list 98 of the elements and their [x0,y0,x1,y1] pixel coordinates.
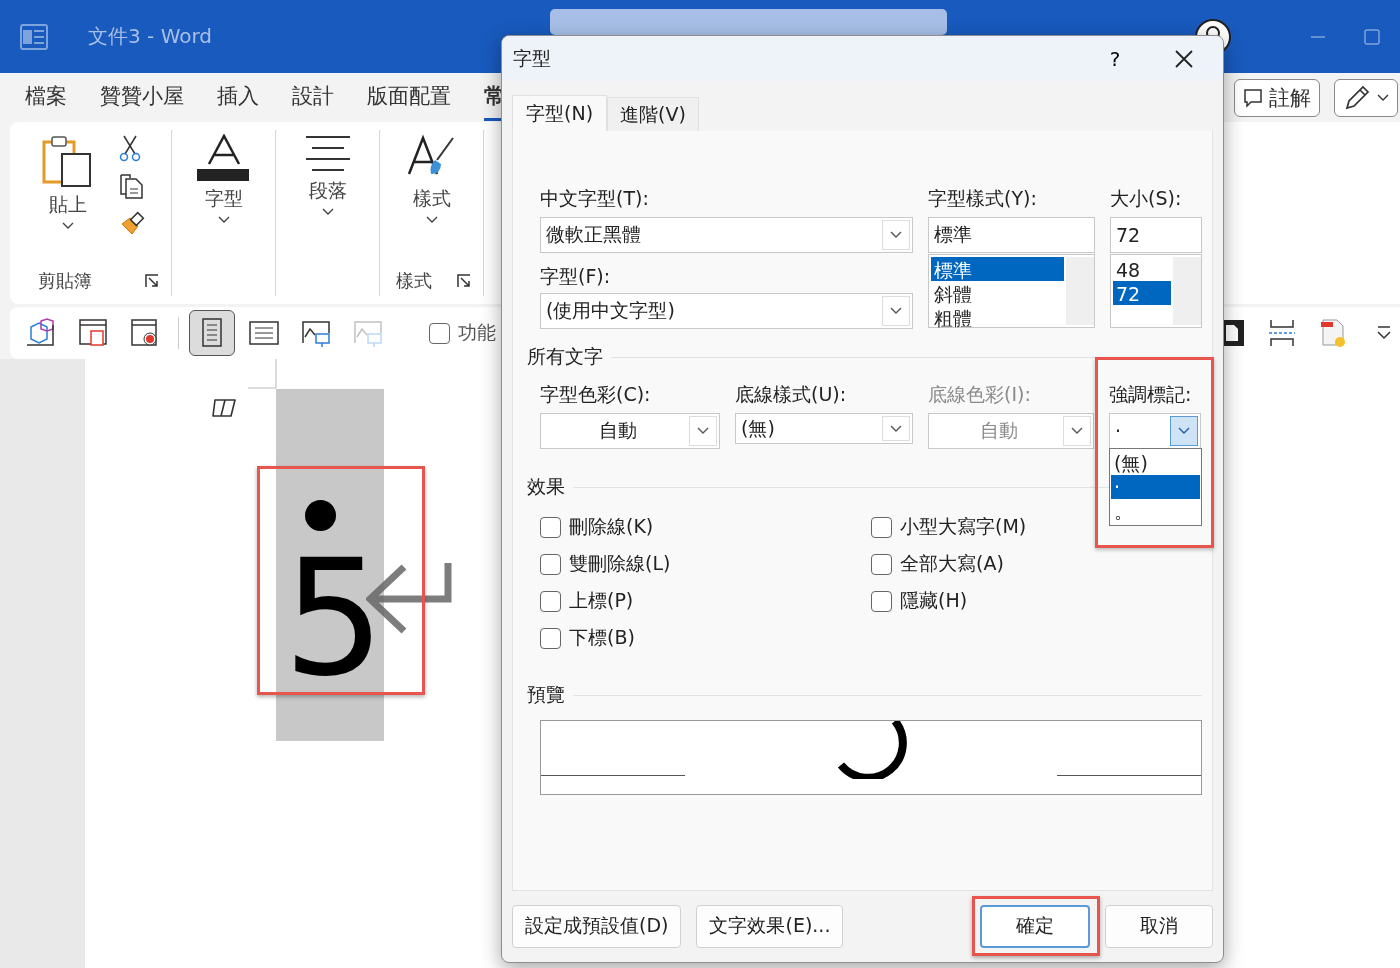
checkbox-label: 雙刪除線(L) [569,551,671,576]
preview-glyph-drawing [837,721,907,779]
checkbox-label: 刪除線(K) [569,514,654,539]
ribbon-tab[interactable]: 版面配置 [367,74,451,121]
list-item[interactable]: 標準 [931,257,1064,281]
text-field[interactable]: 72 [1110,217,1202,253]
field-label: 字型色彩(C): [540,382,652,406]
chevron-icon [1071,427,1083,435]
cube-icon [25,317,57,349]
chevron-icon [890,424,902,433]
checkbox[interactable] [540,627,561,649]
scrollbar [1066,257,1094,325]
chevron-icon [61,222,74,230]
chevron-icon [890,231,902,239]
ribbon-tab[interactable]: 贊贊小屋 [100,74,184,121]
ribbon-tab[interactable]: 設計 [292,74,334,121]
document-text: 5 [283,539,385,699]
form-icon [77,317,109,349]
copilot-icon[interactable] [211,396,239,420]
checkbox[interactable] [540,590,561,612]
section-heading: 效果 [527,474,565,499]
font-button[interactable]: 字型 [190,130,257,266]
dialog-button[interactable]: 設定成預設值(D) [512,904,682,948]
field-label: 底線樣式(U): [735,382,848,406]
list-item[interactable]: 48 [1113,257,1171,281]
font-color-icon [196,134,251,182]
text-field[interactable]: 標準 [928,217,1095,253]
field-label: 字型(F): [540,264,612,288]
checkbox[interactable] [429,322,450,344]
combo-box[interactable]: 自動 [540,413,720,449]
field-label: 中文字型(T): [540,186,650,210]
scrollbar [1173,257,1201,325]
combo-box[interactable]: · [1109,413,1201,449]
ribbon-tab[interactable]: 插入 [217,74,259,121]
dialog-tab[interactable]: 字型(N) [512,95,608,131]
checkbox-label: 上標(P) [569,588,634,613]
group-label: 剪貼簿 [38,269,92,293]
align-lines-icon [303,134,352,174]
checkbox[interactable] [871,590,892,612]
list-box[interactable]: 標準 斜體 粗體 [928,254,1095,328]
dialog-button[interactable]: 文字效果(E)... [696,904,844,948]
dialog-launcher-icon[interactable] [457,274,471,288]
field-label: 大小(S): [1110,186,1183,210]
list-item[interactable]: 。 [1111,499,1200,523]
pencil-icon [1343,83,1371,112]
dialog-title: 字型 [513,45,552,71]
document-app-icon [20,23,48,50]
search-field[interactable] [550,9,948,35]
comment-button[interactable]: 註解 [1234,78,1320,117]
section-heading: 預覽 [527,682,565,707]
checkbox-label: 功能 [458,320,496,345]
list-item[interactable]: 粗體 [931,305,1064,329]
styles-button[interactable]: 樣式 [400,130,463,266]
list-item[interactable]: · [1111,475,1200,499]
scissors-icon[interactable] [117,134,142,162]
list-item[interactable]: 斜體 [931,281,1064,305]
speech-bubble-icon [1243,87,1263,108]
list-item[interactable]: (無) [1111,451,1200,475]
list-box[interactable]: 48 72 [1110,254,1202,328]
checkbox[interactable] [540,516,561,538]
clipboard-icon [41,134,94,188]
cancel-button[interactable]: 取消 [1105,904,1213,948]
chevron-icon [1377,93,1389,102]
checkbox[interactable] [540,553,561,575]
dialog-tab[interactable]: 進階(V) [607,97,699,131]
copy-icon[interactable] [117,172,144,200]
field-label: 字型樣式(Y): [928,186,1038,210]
combo-box[interactable]: (無) [735,413,913,444]
help-button[interactable]: ? [1085,45,1145,72]
group-label: 樣式 [396,269,432,293]
checkbox-label: 下標(B) [569,625,635,650]
close-icon [1174,48,1194,69]
chevron-icon [697,427,709,435]
checkbox-label: 隱藏(H) [900,588,968,613]
chevron-icon [890,307,902,315]
ribbon-tab[interactable]: 檔案 [25,74,67,121]
checkbox[interactable] [871,553,892,575]
checkbox[interactable] [871,516,892,538]
page-break-icon [1266,317,1298,349]
chevron-icon [321,208,334,216]
editing-button[interactable] [1334,78,1398,117]
paragraph-button[interactable]: 段落 [297,130,358,266]
chevron-icon [217,216,230,224]
field-label: 底線色彩(I): [928,382,1032,406]
clipboard-button[interactable]: 貼上 [35,130,100,266]
dialog-launcher-icon[interactable] [145,274,159,288]
window-title: 文件3 - Word [88,23,213,50]
chevron-icon [425,216,438,224]
combo-box[interactable]: (使用中文字型) [540,293,913,329]
field-label: 強調標記: [1109,382,1193,406]
ok-button[interactable]: 確定 [980,904,1090,948]
checkbox-label: 全部大寫(A) [900,551,1004,576]
combo-box[interactable]: 微軟正黑體 [540,217,913,253]
checkbox-label: 小型大寫字(M) [900,514,1027,539]
section-heading: 所有文字 [527,344,603,369]
corner-mark-icon [248,359,278,389]
list-item[interactable]: 72 [1113,281,1171,305]
chevron-icon [1178,427,1190,435]
